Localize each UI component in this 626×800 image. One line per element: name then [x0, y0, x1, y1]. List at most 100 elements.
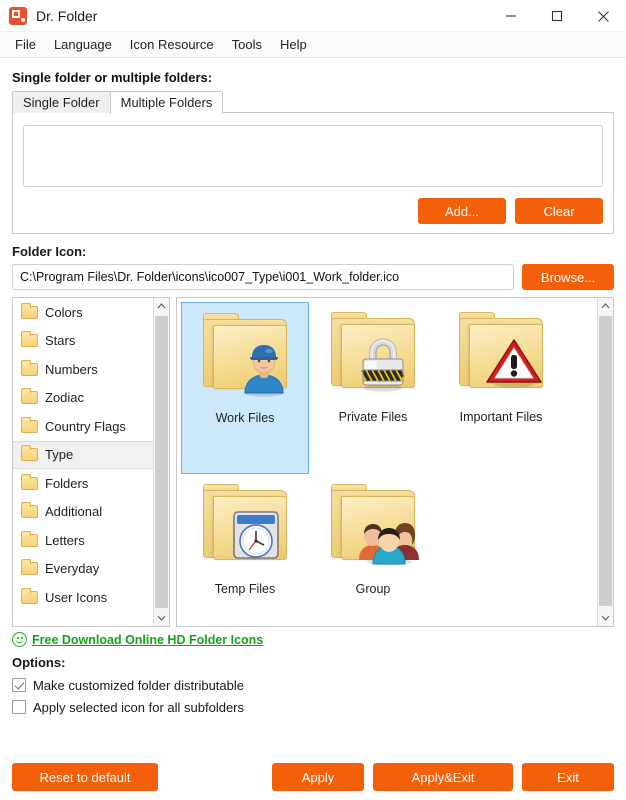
folder-icon — [21, 331, 38, 348]
option-label: Apply selected icon for all subfolders — [33, 699, 245, 715]
main-content: Single folder or multiple folders: Singl… — [0, 58, 626, 718]
apply-and-exit-button[interactable]: Apply&Exit — [373, 763, 513, 791]
category-item-stars[interactable]: Stars — [13, 327, 153, 356]
private-files-folder-icon — [323, 310, 423, 402]
folder-list-box[interactable] — [23, 125, 603, 187]
category-label: Country Flags — [45, 418, 126, 434]
icon-grid: Work Files Private Files Important Files… — [177, 298, 607, 626]
folder-icon — [21, 416, 38, 433]
menu-item-language[interactable]: Language — [45, 34, 121, 55]
folder-icon — [21, 559, 38, 576]
free-download-link[interactable]: Free Download Online HD Folder Icons — [32, 633, 263, 647]
folder-icon — [21, 587, 38, 604]
window-controls — [488, 0, 626, 32]
option-row-distributable[interactable]: Make customized folder distributable — [12, 674, 614, 696]
folder-icon-label: Folder Icon: — [12, 244, 87, 259]
folder-icon — [21, 530, 38, 547]
category-item-everyday[interactable]: Everyday — [13, 555, 153, 584]
option-row-subfolders[interactable]: Apply selected icon for all subfolders — [12, 696, 614, 718]
icon-item-important-files[interactable]: Important Files — [437, 302, 565, 474]
folder-section-label: Single folder or multiple folders: — [12, 70, 213, 85]
folder-icon — [21, 473, 38, 490]
exit-button[interactable]: Exit — [522, 763, 614, 791]
category-label: Additional — [45, 504, 103, 520]
close-button[interactable] — [580, 0, 626, 32]
category-item-country-flags[interactable]: Country Flags — [13, 412, 153, 441]
option-label: Make customized folder distributable — [33, 677, 244, 693]
title-bar: Dr. Folder — [0, 0, 626, 32]
category-item-additional[interactable]: Additional — [13, 498, 153, 527]
add-folder-button[interactable]: Add... — [418, 198, 506, 224]
icon-item-group[interactable]: Group — [309, 474, 437, 626]
scroll-up-icon[interactable] — [154, 298, 169, 314]
menu-item-help[interactable]: Help — [271, 34, 316, 55]
clear-folders-button[interactable]: Clear — [515, 198, 603, 224]
icon-picker: Colors Stars Numbers Zodiac Country Flag… — [12, 297, 614, 627]
icon-item-work-files[interactable]: Work Files — [181, 302, 309, 474]
category-item-letters[interactable]: Letters — [13, 526, 153, 555]
options-label: Options: — [12, 655, 66, 670]
checkbox-make-distributable[interactable] — [12, 678, 26, 692]
smiley-icon — [12, 632, 27, 647]
checkbox-apply-subfolders[interactable] — [12, 700, 26, 714]
category-list-scrollbar[interactable] — [153, 298, 169, 626]
category-item-user-icons[interactable]: User Icons — [13, 583, 153, 612]
category-label: User Icons — [45, 589, 108, 605]
scroll-down-icon[interactable] — [598, 610, 613, 626]
reset-to-default-button[interactable]: Reset to default — [12, 763, 158, 791]
folder-icon — [21, 445, 38, 462]
category-label: Colors — [45, 304, 83, 320]
scroll-up-icon[interactable] — [598, 298, 613, 314]
category-label: Letters — [45, 532, 85, 548]
category-label: Zodiac — [45, 390, 85, 406]
category-label: Numbers — [45, 361, 98, 377]
important-files-folder-icon — [451, 310, 551, 402]
category-list[interactable]: Colors Stars Numbers Zodiac Country Flag… — [12, 297, 170, 627]
category-label: Type — [45, 447, 74, 463]
apply-button[interactable]: Apply — [272, 763, 364, 791]
category-item-folders[interactable]: Folders — [13, 469, 153, 498]
scroll-down-icon[interactable] — [154, 610, 169, 626]
icon-grid-scrollbar[interactable] — [597, 298, 613, 626]
category-item-numbers[interactable]: Numbers — [13, 355, 153, 384]
free-download-row[interactable]: Free Download Online HD Folder Icons — [12, 632, 614, 647]
minimize-button[interactable] — [488, 0, 534, 32]
category-label: Everyday — [45, 561, 100, 577]
icon-item-private-files[interactable]: Private Files — [309, 302, 437, 474]
icon-grid-panel[interactable]: Work Files Private Files Important Files… — [176, 297, 614, 627]
group-folder-icon — [323, 482, 423, 574]
folder-list-actions: Add... Clear — [418, 198, 603, 224]
folder-tab-panel: Add... Clear — [12, 112, 614, 234]
temp-files-folder-icon — [195, 482, 295, 574]
folder-icon-path-input[interactable] — [12, 264, 514, 290]
tab-multiple-folders[interactable]: Multiple Folders — [109, 91, 224, 114]
footer-bar: Reset to default Apply Apply&Exit Exit — [0, 754, 626, 800]
maximize-button[interactable] — [534, 0, 580, 32]
menu-item-icon-resource[interactable]: Icon Resource — [121, 34, 223, 55]
category-scroll-thumb[interactable] — [155, 316, 168, 608]
app-logo-icon — [9, 6, 27, 25]
category-list-items: Colors Stars Numbers Zodiac Country Flag… — [13, 298, 153, 612]
folder-icon — [21, 388, 38, 405]
tab-single-folder[interactable]: Single Folder — [12, 91, 111, 113]
menu-item-file[interactable]: File — [6, 34, 45, 55]
icon-caption: Group — [355, 582, 391, 596]
icon-caption: Private Files — [338, 410, 408, 424]
category-item-type[interactable]: Type — [13, 440, 153, 469]
icon-item-temp-files[interactable]: Temp Files — [181, 474, 309, 626]
icon-caption: Temp Files — [214, 582, 276, 596]
category-item-colors[interactable]: Colors — [13, 298, 153, 327]
icon-caption: Work Files — [215, 411, 275, 425]
work-files-folder-icon — [195, 311, 295, 403]
menu-item-tools[interactable]: Tools — [223, 34, 271, 55]
window-title: Dr. Folder — [36, 7, 98, 24]
icon-scroll-thumb[interactable] — [599, 316, 612, 606]
footer-actions: Apply Apply&Exit Exit — [272, 763, 614, 791]
browse-button[interactable]: Browse... — [522, 264, 614, 290]
folder-mode-tabs: Single Folder Multiple Folders — [12, 91, 614, 114]
menu-bar: File Language Icon Resource Tools Help — [0, 32, 626, 58]
category-item-zodiac[interactable]: Zodiac — [13, 384, 153, 413]
category-label: Stars — [45, 333, 76, 349]
icon-caption: Important Files — [459, 410, 543, 424]
category-label: Folders — [45, 475, 89, 491]
